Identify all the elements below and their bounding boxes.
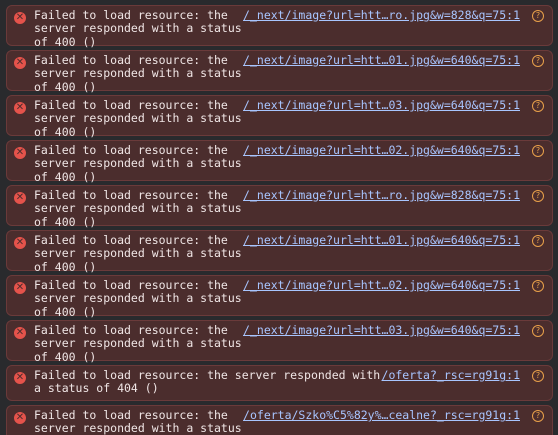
explain-error-icon[interactable]: ?	[532, 100, 544, 112]
console-error-entry[interactable]: ✕ Failed to load resource: the server re…	[6, 95, 553, 138]
explain-error-icon[interactable]: ?	[532, 325, 544, 337]
console-error-entry[interactable]: ✕ Failed to load resource: the server re…	[6, 405, 553, 435]
source-link[interactable]: /_next/image?url=htt…ro.jpg&w=828&q=75:1	[243, 188, 520, 202]
error-icon: ✕	[14, 282, 26, 294]
error-icon: ✕	[14, 192, 26, 204]
source-link[interactable]: /_next/image?url=htt…03.jpg&w=640&q=75:1	[243, 98, 520, 112]
console-error-entry[interactable]: ✕ Failed to load resource: the server re…	[6, 5, 553, 48]
console-panel: ✕ Failed to load resource: the server re…	[0, 0, 558, 435]
explain-error-icon[interactable]: ?	[532, 280, 544, 292]
explain-error-icon[interactable]: ?	[532, 10, 544, 22]
console-error-entry[interactable]: ✕ Failed to load resource: the server re…	[6, 230, 553, 273]
explain-error-icon[interactable]: ?	[532, 190, 544, 202]
explain-error-icon[interactable]: ?	[532, 410, 544, 422]
source-link[interactable]: /oferta?_rsc=rg91g:1	[382, 368, 520, 382]
error-icon: ✕	[14, 237, 26, 249]
console-error-entry[interactable]: ✕ Failed to load resource: the server re…	[6, 365, 553, 401]
source-link[interactable]: /_next/image?url=htt…02.jpg&w=640&q=75:1	[243, 143, 520, 157]
error-icon: ✕	[14, 412, 26, 424]
source-link[interactable]: /_next/image?url=htt…02.jpg&w=640&q=75:1	[243, 278, 520, 292]
explain-error-icon[interactable]: ?	[532, 370, 544, 382]
error-icon: ✕	[14, 12, 26, 24]
source-link[interactable]: /oferta/Szko%C5%82y%…cealne?_rsc=rg91g:1	[243, 408, 520, 422]
error-icon: ✕	[14, 147, 26, 159]
source-link[interactable]: /_next/image?url=htt…03.jpg&w=640&q=75:1	[243, 323, 520, 337]
console-error-entry[interactable]: ✕ Failed to load resource: the server re…	[6, 185, 553, 228]
console-error-entry[interactable]: ✕ Failed to load resource: the server re…	[6, 275, 553, 318]
error-icon: ✕	[14, 372, 26, 384]
console-error-entry[interactable]: ✕ Failed to load resource: the server re…	[6, 140, 553, 183]
console-error-entry[interactable]: ✕ Failed to load resource: the server re…	[6, 50, 553, 93]
source-link[interactable]: /_next/image?url=htt…ro.jpg&w=828&q=75:1	[243, 8, 520, 22]
explain-error-icon[interactable]: ?	[532, 235, 544, 247]
error-icon: ✕	[14, 327, 26, 339]
explain-error-icon[interactable]: ?	[532, 55, 544, 67]
source-link[interactable]: /_next/image?url=htt…01.jpg&w=640&q=75:1	[243, 53, 520, 67]
explain-error-icon[interactable]: ?	[532, 145, 544, 157]
source-link[interactable]: /_next/image?url=htt…01.jpg&w=640&q=75:1	[243, 233, 520, 247]
error-icon: ✕	[14, 57, 26, 69]
console-error-entry[interactable]: ✕ Failed to load resource: the server re…	[6, 320, 553, 363]
error-icon: ✕	[14, 102, 26, 114]
